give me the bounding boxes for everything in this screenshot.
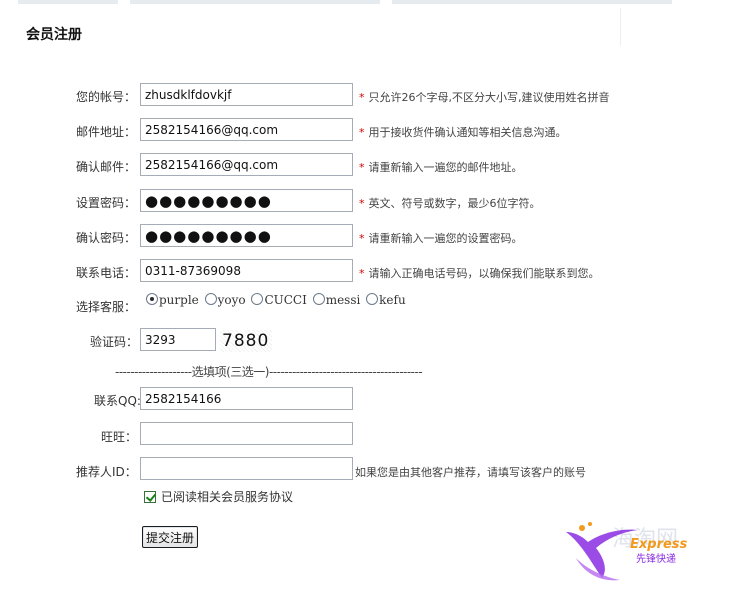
logo-subtext: 先锋快递 bbox=[636, 552, 676, 565]
express-logo: 海淘网 Express 先锋快递 bbox=[566, 522, 688, 581]
required-mark: * bbox=[359, 126, 365, 139]
phone-hint: * 请输入正确电话号码，以确保我们能联系到您。 bbox=[359, 265, 600, 281]
submit-registration-button[interactable]: 提交注册 bbox=[142, 526, 198, 548]
service-option-label: yoyo bbox=[217, 293, 246, 307]
radio-button[interactable] bbox=[251, 293, 264, 305]
agreement-label: 已阅读相关会员服务协议 bbox=[161, 490, 294, 504]
account-label: 您的帐号： bbox=[76, 90, 137, 104]
phone-input[interactable] bbox=[140, 259, 353, 282]
service-label: 选择客服： bbox=[76, 300, 137, 314]
password-confirm-hint: * 请重新输入一遍您的设置密码。 bbox=[359, 230, 523, 246]
required-mark: * bbox=[359, 197, 365, 210]
service-option-label: messi bbox=[325, 293, 361, 307]
captcha-label: 验证码： bbox=[90, 335, 139, 349]
qq-input[interactable] bbox=[140, 387, 353, 410]
email-input[interactable] bbox=[140, 118, 353, 141]
required-mark: * bbox=[359, 232, 365, 245]
service-option-label: CUCCI bbox=[264, 293, 307, 307]
service-option-label: purple bbox=[159, 293, 199, 307]
radio-button[interactable] bbox=[204, 293, 217, 305]
referrer-hint: 如果您是由其他客户推荐，请填写该客户的账号 bbox=[355, 466, 586, 479]
logo-text: Express bbox=[630, 537, 688, 552]
service-option-messi[interactable]: messi bbox=[312, 293, 361, 307]
page-title: 会员注册 bbox=[26, 27, 82, 43]
radio-button[interactable] bbox=[366, 293, 379, 305]
top-strip bbox=[0, 0, 733, 6]
email-hint: * 用于接收货件确认通知等相关信息沟通。 bbox=[359, 124, 567, 140]
password-hint: * 英文、符号或数字，最少6位字符。 bbox=[359, 195, 541, 211]
service-option-purple[interactable]: purple bbox=[146, 293, 199, 307]
account-hint-text: 只允许26个字母,不区分大小写,建议使用姓名拼音 bbox=[368, 91, 610, 104]
account-input[interactable] bbox=[140, 83, 353, 106]
password-confirm-hint-text: 请重新输入一遍您的设置密码。 bbox=[368, 232, 523, 245]
required-mark: * bbox=[359, 161, 365, 174]
captcha-image-text: 7880 bbox=[222, 331, 270, 351]
service-option-label: kefu bbox=[379, 293, 406, 307]
password-input[interactable] bbox=[140, 189, 353, 212]
logo-dot-icon bbox=[588, 522, 592, 526]
phone-label: 联系电话： bbox=[76, 266, 137, 280]
top-strip-segment bbox=[18, 0, 118, 4]
email-confirm-label: 确认邮件： bbox=[76, 160, 137, 174]
radio-button[interactable] bbox=[146, 293, 158, 305]
captcha-input[interactable] bbox=[140, 328, 216, 351]
password-confirm-input[interactable] bbox=[140, 224, 353, 247]
email-label: 邮件地址： bbox=[76, 125, 137, 139]
agreement-option[interactable]: 已阅读相关会员服务协议 bbox=[144, 488, 293, 505]
email-confirm-hint: * 请重新输入一遍您的邮件地址。 bbox=[359, 159, 523, 175]
top-strip-segment bbox=[130, 0, 380, 4]
referrer-label: 推荐人ID： bbox=[76, 465, 137, 479]
top-strip-segment bbox=[392, 0, 672, 4]
email-hint-text: 用于接收货件确认通知等相关信息沟通。 bbox=[368, 126, 567, 139]
radio-button[interactable] bbox=[312, 293, 325, 305]
optional-section-separator: --------------------选填项(三选一)------------… bbox=[115, 365, 423, 379]
logo-dot-icon bbox=[579, 525, 585, 531]
referrer-input[interactable] bbox=[140, 457, 353, 480]
service-option-yoyo[interactable]: yoyo bbox=[204, 293, 246, 307]
captcha-image[interactable]: 7880 bbox=[220, 330, 272, 352]
service-option-kefu[interactable]: kefu bbox=[366, 293, 406, 307]
wangwang-label: 旺旺： bbox=[101, 430, 138, 444]
password-confirm-label: 确认密码： bbox=[76, 231, 137, 245]
service-radio-group: purple yoyo CUCCI messi kefu bbox=[146, 293, 408, 313]
agreement-checkbox[interactable] bbox=[144, 491, 156, 503]
account-hint: * 只允许26个字母,不区分大小写,建议使用姓名拼音 bbox=[359, 89, 610, 105]
required-mark: * bbox=[359, 267, 365, 280]
phone-hint-text: 请输入正确电话号码，以确保我们能联系到您。 bbox=[368, 267, 600, 280]
password-hint-text: 英文、符号或数字，最少6位字符。 bbox=[368, 197, 541, 210]
email-confirm-input[interactable] bbox=[140, 153, 353, 176]
title-divider bbox=[620, 8, 621, 46]
qq-label: 联系QQ: bbox=[94, 394, 141, 408]
password-label: 设置密码： bbox=[76, 196, 137, 210]
wangwang-input[interactable] bbox=[140, 422, 353, 445]
required-mark: * bbox=[359, 91, 365, 104]
email-confirm-hint-text: 请重新输入一遍您的邮件地址。 bbox=[368, 161, 523, 174]
service-option-cucci[interactable]: CUCCI bbox=[251, 293, 307, 307]
